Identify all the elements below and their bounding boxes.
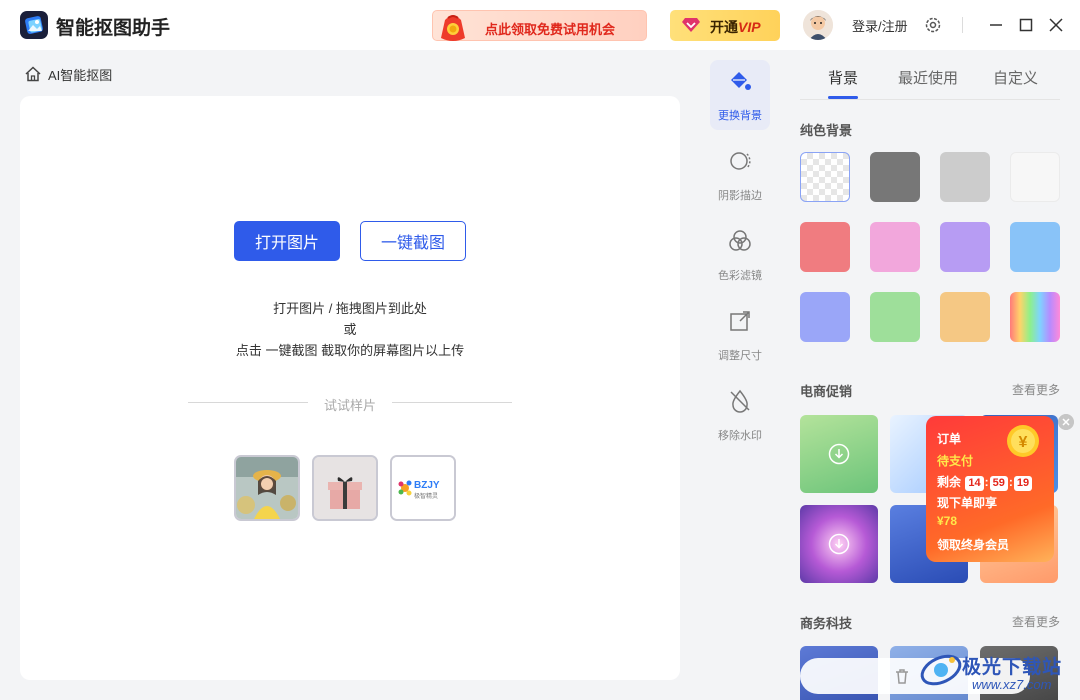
swatch-pink[interactable] bbox=[870, 222, 920, 272]
upload-canvas[interactable]: 打开图片 一键截图 打开图片 / 拖拽图片到此处 或 点击 一键截图 截取你的屏… bbox=[20, 96, 680, 680]
open-image-button[interactable]: 打开图片 bbox=[234, 221, 340, 261]
sample-image-logo[interactable]: BZJY 极智精灵 bbox=[390, 455, 456, 521]
home-icon[interactable] bbox=[24, 65, 42, 83]
download-icon bbox=[828, 533, 850, 555]
popup-lifetime-member: 领取终身会员 bbox=[937, 538, 1010, 552]
window-controls-divider bbox=[962, 17, 963, 33]
popup-offer-label: 现下单即享 bbox=[937, 496, 998, 510]
popup-pending-label: 待支付 bbox=[937, 454, 974, 468]
screenshot-button[interactable]: 一键截图 bbox=[360, 221, 466, 261]
try-samples-label: 试试样片 bbox=[323, 398, 376, 413]
tool-label: 移除水印 bbox=[718, 430, 762, 442]
paint-bucket-icon bbox=[731, 72, 751, 90]
popup-price: ¥78 bbox=[937, 514, 958, 528]
title-bar: 智能抠图助手 点此领取免费试用机会 开通VIP 登录/注册 bbox=[0, 0, 1080, 50]
tool-remove-watermark[interactable]: 移除水印 bbox=[710, 380, 770, 450]
user-avatar[interactable] bbox=[803, 10, 833, 40]
tab-background[interactable]: 背景 bbox=[828, 67, 858, 88]
popup-order-label: 订单 bbox=[937, 432, 962, 446]
coin-symbol: ¥ bbox=[1019, 434, 1028, 451]
swatch-purple[interactable] bbox=[940, 222, 990, 272]
breadcrumb: AI智能抠图 bbox=[24, 64, 112, 84]
divider-right bbox=[392, 402, 512, 403]
color-filter-icon bbox=[729, 230, 751, 251]
tab-recent[interactable]: 最近使用 bbox=[898, 67, 958, 88]
maximize-icon[interactable] bbox=[1015, 14, 1037, 36]
swatch-light-gray[interactable] bbox=[940, 152, 990, 202]
app-title: 智能抠图助手 bbox=[56, 18, 171, 39]
tool-column: 更换背景 阴影描边 色彩滤镜 调整尺寸 移除水印 bbox=[700, 50, 780, 700]
upload-hint-line-2: 或 bbox=[343, 322, 357, 337]
ecommerce-see-more-link[interactable]: 查看更多 bbox=[1012, 381, 1060, 398]
popup-close-icon[interactable] bbox=[1058, 414, 1074, 430]
upload-hint-line-1: 打开图片 / 拖拽图片到此处 bbox=[273, 301, 427, 316]
swatch-transparent[interactable] bbox=[800, 152, 850, 202]
login-register-link[interactable]: 登录/注册 bbox=[852, 16, 908, 35]
countdown-minutes: 59 bbox=[989, 476, 1008, 491]
active-tab-indicator bbox=[828, 96, 858, 99]
solid-background-title: 纯色背景 bbox=[800, 123, 853, 138]
tool-label: 调整尺寸 bbox=[718, 350, 762, 362]
swatch-periwinkle[interactable] bbox=[800, 292, 850, 342]
panel-tabs: 背景 最近使用 自定义 bbox=[800, 50, 1060, 100]
popup-countdown: 剩余 14:59:19 bbox=[937, 473, 1033, 491]
shadow-outline-icon bbox=[730, 152, 751, 170]
watermark-logo bbox=[920, 654, 962, 686]
business-tech-title: 商务科技 bbox=[800, 616, 853, 631]
tool-color-filter[interactable]: 色彩滤镜 bbox=[710, 220, 770, 290]
divider-left bbox=[188, 402, 308, 403]
sample-logo-subtext: 极智精灵 bbox=[414, 492, 438, 500]
tool-label: 色彩滤镜 bbox=[718, 270, 762, 282]
tool-shadow-outline[interactable]: 阴影描边 bbox=[710, 140, 770, 210]
ecommerce-thumb-purple[interactable] bbox=[800, 505, 878, 583]
open-vip-button[interactable]: 开通VIP bbox=[670, 10, 780, 41]
ecommerce-thumb-green[interactable] bbox=[800, 415, 878, 493]
tool-label: 阴影描边 bbox=[718, 190, 762, 202]
free-trial-promo-button[interactable]: 点此领取免费试用机会 bbox=[432, 10, 647, 41]
trash-icon[interactable] bbox=[893, 667, 911, 685]
watermark-site-name: 极光下载站 bbox=[962, 657, 1063, 678]
resize-icon bbox=[730, 311, 750, 331]
tool-resize[interactable]: 调整尺寸 bbox=[710, 300, 770, 370]
minimize-icon[interactable] bbox=[985, 14, 1007, 36]
red-envelope-icon bbox=[441, 15, 465, 41]
background-panel: 背景 最近使用 自定义 纯色背景 电商促销 查看更多 商务科技 查看更多 bbox=[780, 50, 1080, 700]
order-pending-popup[interactable]: ¥ 订单 待支付 剩余 14:59:19 现下单即享 ¥78 领取终身会员 bbox=[926, 416, 1054, 562]
swatch-green[interactable] bbox=[870, 292, 920, 342]
tool-label: 更换背景 bbox=[718, 110, 762, 122]
settings-gear-icon[interactable] bbox=[924, 16, 942, 34]
vip-label: 开通VIP bbox=[710, 19, 761, 35]
swatch-rainbow-custom[interactable] bbox=[1010, 292, 1060, 342]
swatch-dark-gray[interactable] bbox=[870, 152, 920, 202]
gold-coin-icon: ¥ bbox=[1007, 425, 1039, 457]
business-see-more-link[interactable]: 查看更多 bbox=[1012, 613, 1060, 630]
promo-text: 点此领取免费试用机会 bbox=[485, 22, 616, 37]
swatch-red[interactable] bbox=[800, 222, 850, 272]
remove-watermark-icon bbox=[730, 389, 750, 413]
ecommerce-title: 电商促销 bbox=[800, 384, 853, 399]
swatch-white[interactable] bbox=[1010, 152, 1060, 202]
breadcrumb-current: AI智能抠图 bbox=[48, 67, 113, 83]
sample-image-gift[interactable] bbox=[312, 455, 378, 521]
countdown-hours: 14 bbox=[965, 476, 984, 491]
app-logo-icon bbox=[20, 11, 48, 39]
tool-change-background[interactable]: 更换背景 bbox=[710, 60, 770, 130]
tab-custom[interactable]: 自定义 bbox=[993, 67, 1038, 88]
download-icon bbox=[828, 443, 850, 465]
upload-hint-line-3: 点击 一键截图 截取你的屏幕图片以上传 bbox=[235, 343, 465, 358]
watermark-url: www.xz7.com bbox=[972, 677, 1052, 692]
sample-image-girl[interactable] bbox=[234, 455, 300, 521]
diamond-icon bbox=[682, 18, 700, 32]
swatch-orange[interactable] bbox=[940, 292, 990, 342]
sample-logo-text: BZJY bbox=[414, 480, 440, 491]
countdown-seconds: 19 bbox=[1013, 476, 1033, 491]
swatch-light-blue[interactable] bbox=[1010, 222, 1060, 272]
close-icon[interactable] bbox=[1045, 14, 1067, 36]
